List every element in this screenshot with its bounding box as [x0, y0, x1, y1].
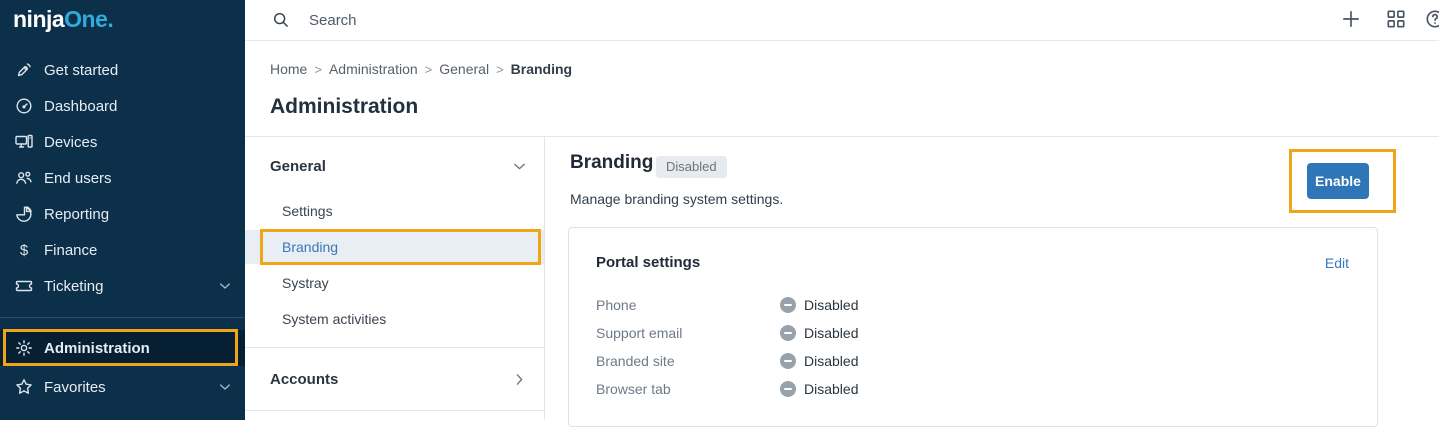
- setting-status: Disabled: [804, 297, 858, 313]
- subnav-section-general[interactable]: General: [245, 146, 544, 186]
- sidebar-item-get-started[interactable]: Get started: [0, 52, 245, 88]
- subnav-item-systray[interactable]: Systray: [245, 266, 544, 300]
- portal-setting-row-branded-site: Branded site Disabled: [596, 352, 1349, 370]
- subnav-section-label: Accounts: [270, 371, 338, 388]
- subnav-item-settings[interactable]: Settings: [245, 194, 544, 228]
- sidebar-item-ticketing[interactable]: Ticketing: [0, 268, 245, 304]
- logo-text-one: One.: [64, 6, 113, 32]
- sidebar-item-label: Devices: [44, 134, 97, 151]
- main-sidebar: ninjaOne. Get started Dashboard Devices …: [0, 0, 245, 420]
- sidebar-item-label: Reporting: [44, 206, 109, 223]
- sidebar-item-label: Get started: [44, 62, 118, 79]
- subnav-item-label: Settings: [282, 203, 333, 219]
- minus-circle-icon: [780, 325, 796, 341]
- sidebar-item-label: Finance: [44, 242, 97, 259]
- subnav-item-system-activities[interactable]: System activities: [245, 302, 544, 336]
- users-icon: [14, 168, 34, 188]
- chevron-down-icon: [217, 278, 233, 294]
- subnav-item-label: Branding: [282, 239, 338, 255]
- setting-status: Disabled: [804, 325, 858, 341]
- portal-setting-row-support-email: Support email Disabled: [596, 324, 1349, 342]
- subnav-item-label: Systray: [282, 275, 329, 291]
- branding-description: Manage branding system settings.: [570, 191, 783, 207]
- search-icon: [272, 11, 290, 29]
- minus-circle-icon: [780, 297, 796, 313]
- branding-heading: Branding: [570, 152, 653, 174]
- breadcrumb-separator: >: [496, 62, 504, 77]
- page-title: Administration: [270, 95, 418, 119]
- plus-icon[interactable]: [1340, 8, 1362, 30]
- chevron-down-icon: [217, 379, 233, 395]
- breadcrumb-current-branding: Branding: [511, 61, 572, 77]
- pie-chart-icon: [14, 204, 34, 224]
- logo-text-ninja: ninja: [13, 6, 64, 32]
- sidebar-item-reporting[interactable]: Reporting: [0, 196, 245, 232]
- sidebar-item-finance[interactable]: $ Finance: [0, 232, 245, 268]
- subnav-divider: [245, 410, 544, 411]
- sidebar-item-end-users[interactable]: End users: [0, 160, 245, 196]
- search-input[interactable]: [309, 7, 909, 33]
- ninjaone-logo: ninjaOne.: [13, 6, 113, 33]
- portal-setting-row-phone: Phone Disabled: [596, 296, 1349, 314]
- subnav-section-accounts[interactable]: Accounts: [245, 348, 544, 410]
- grid-icon[interactable]: [1385, 8, 1407, 30]
- breadcrumb-home[interactable]: Home: [270, 61, 307, 77]
- subnav-section-label: General: [270, 158, 326, 175]
- enable-button[interactable]: Enable: [1307, 163, 1369, 199]
- sidebar-item-dashboard[interactable]: Dashboard: [0, 88, 245, 124]
- setting-label: Browser tab: [596, 381, 780, 397]
- edit-link[interactable]: Edit: [1325, 254, 1349, 272]
- breadcrumb-administration[interactable]: Administration: [329, 61, 418, 77]
- subnav-item-branding[interactable]: Branding: [245, 230, 544, 264]
- sidebar-item-label: Favorites: [44, 379, 106, 396]
- subnav-item-label: System activities: [282, 311, 386, 327]
- setting-label: Phone: [596, 297, 780, 313]
- portal-settings-card: Portal settings Edit Phone Disabled Supp…: [568, 227, 1378, 427]
- card-title: Portal settings: [596, 254, 700, 272]
- breadcrumb: Home > Administration > General > Brandi…: [270, 61, 572, 77]
- setting-label: Support email: [596, 325, 780, 341]
- breadcrumb-general[interactable]: General: [439, 61, 489, 77]
- gauge-icon: [14, 96, 34, 116]
- gear-icon: [14, 338, 34, 358]
- sidebar-item-label: Dashboard: [44, 98, 117, 115]
- minus-circle-icon: [780, 381, 796, 397]
- setting-status: Disabled: [804, 353, 858, 369]
- sidebar-item-label: Ticketing: [44, 278, 103, 295]
- chevron-down-icon: [511, 158, 528, 175]
- chevron-right-icon: [511, 371, 528, 388]
- sidebar-item-devices[interactable]: Devices: [0, 124, 245, 160]
- sidebar-item-label: Administration: [44, 340, 150, 357]
- setting-label: Branded site: [596, 353, 780, 369]
- portal-setting-row-browser-tab: Browser tab Disabled: [596, 380, 1349, 398]
- rocket-icon: [14, 60, 34, 80]
- star-icon: [14, 377, 34, 397]
- topbar: [245, 0, 1439, 41]
- sidebar-item-administration[interactable]: Administration: [0, 330, 245, 366]
- sidebar-divider: [0, 317, 245, 318]
- dollar-icon: $: [14, 240, 34, 260]
- minus-circle-icon: [780, 353, 796, 369]
- breadcrumb-separator: >: [314, 62, 322, 77]
- devices-icon: [14, 132, 34, 152]
- sidebar-item-favorites[interactable]: Favorites: [0, 369, 245, 405]
- sidebar-item-label: End users: [44, 170, 112, 187]
- svg-text:$: $: [20, 242, 29, 259]
- status-badge: Disabled: [656, 156, 727, 178]
- setting-status: Disabled: [804, 381, 858, 397]
- admin-subnav: General Settings Branding Systray System…: [245, 137, 545, 420]
- breadcrumb-separator: >: [425, 62, 433, 77]
- ticket-icon: [14, 276, 34, 296]
- help-icon[interactable]: [1424, 8, 1439, 30]
